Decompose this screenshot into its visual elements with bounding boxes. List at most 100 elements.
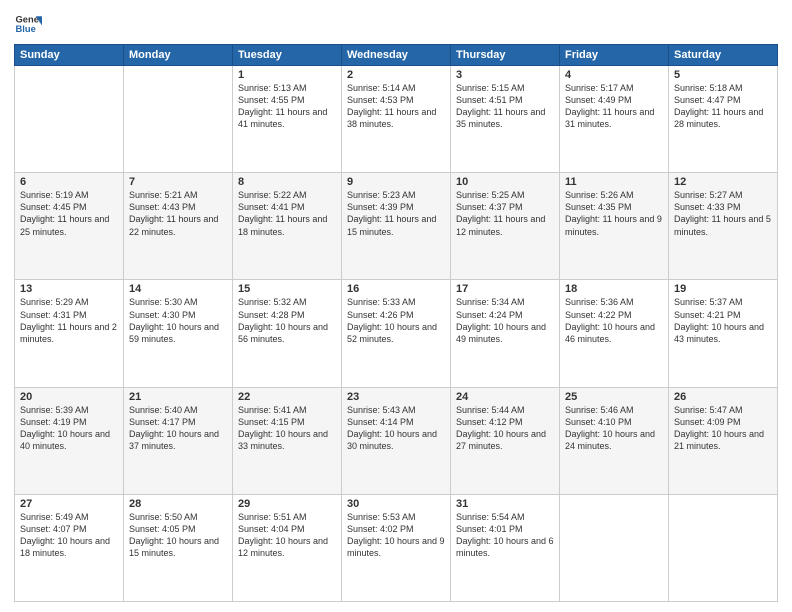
- calendar-cell: 21Sunrise: 5:40 AM Sunset: 4:17 PM Dayli…: [124, 387, 233, 494]
- day-info: Sunrise: 5:36 AM Sunset: 4:22 PM Dayligh…: [565, 296, 663, 345]
- day-header-saturday: Saturday: [669, 45, 778, 66]
- day-number: 25: [565, 391, 663, 403]
- calendar-cell: 25Sunrise: 5:46 AM Sunset: 4:10 PM Dayli…: [560, 387, 669, 494]
- calendar-cell: 15Sunrise: 5:32 AM Sunset: 4:28 PM Dayli…: [233, 280, 342, 387]
- calendar-cell: 7Sunrise: 5:21 AM Sunset: 4:43 PM Daylig…: [124, 173, 233, 280]
- calendar-cell: [669, 494, 778, 601]
- day-info: Sunrise: 5:34 AM Sunset: 4:24 PM Dayligh…: [456, 296, 554, 345]
- calendar-cell: 10Sunrise: 5:25 AM Sunset: 4:37 PM Dayli…: [451, 173, 560, 280]
- day-info: Sunrise: 5:40 AM Sunset: 4:17 PM Dayligh…: [129, 404, 227, 453]
- day-number: 20: [20, 391, 118, 403]
- calendar-page: General Blue SundayMondayTuesdayWednesda…: [0, 0, 792, 612]
- day-header-sunday: Sunday: [15, 45, 124, 66]
- day-info: Sunrise: 5:27 AM Sunset: 4:33 PM Dayligh…: [674, 189, 772, 238]
- day-info: Sunrise: 5:49 AM Sunset: 4:07 PM Dayligh…: [20, 511, 118, 560]
- calendar-cell: [124, 66, 233, 173]
- day-info: Sunrise: 5:25 AM Sunset: 4:37 PM Dayligh…: [456, 189, 554, 238]
- day-header-wednesday: Wednesday: [342, 45, 451, 66]
- calendar-cell: 27Sunrise: 5:49 AM Sunset: 4:07 PM Dayli…: [15, 494, 124, 601]
- calendar-cell: 22Sunrise: 5:41 AM Sunset: 4:15 PM Dayli…: [233, 387, 342, 494]
- day-number: 17: [456, 283, 554, 295]
- day-info: Sunrise: 5:43 AM Sunset: 4:14 PM Dayligh…: [347, 404, 445, 453]
- day-info: Sunrise: 5:29 AM Sunset: 4:31 PM Dayligh…: [20, 296, 118, 345]
- day-info: Sunrise: 5:33 AM Sunset: 4:26 PM Dayligh…: [347, 296, 445, 345]
- calendar-cell: 12Sunrise: 5:27 AM Sunset: 4:33 PM Dayli…: [669, 173, 778, 280]
- calendar-cell: 19Sunrise: 5:37 AM Sunset: 4:21 PM Dayli…: [669, 280, 778, 387]
- day-info: Sunrise: 5:39 AM Sunset: 4:19 PM Dayligh…: [20, 404, 118, 453]
- day-number: 7: [129, 176, 227, 188]
- calendar-cell: 9Sunrise: 5:23 AM Sunset: 4:39 PM Daylig…: [342, 173, 451, 280]
- calendar-cell: 29Sunrise: 5:51 AM Sunset: 4:04 PM Dayli…: [233, 494, 342, 601]
- calendar-cell: 6Sunrise: 5:19 AM Sunset: 4:45 PM Daylig…: [15, 173, 124, 280]
- day-info: Sunrise: 5:44 AM Sunset: 4:12 PM Dayligh…: [456, 404, 554, 453]
- day-info: Sunrise: 5:53 AM Sunset: 4:02 PM Dayligh…: [347, 511, 445, 560]
- calendar-cell: 20Sunrise: 5:39 AM Sunset: 4:19 PM Dayli…: [15, 387, 124, 494]
- week-row-5: 27Sunrise: 5:49 AM Sunset: 4:07 PM Dayli…: [15, 494, 778, 601]
- day-info: Sunrise: 5:51 AM Sunset: 4:04 PM Dayligh…: [238, 511, 336, 560]
- day-header-monday: Monday: [124, 45, 233, 66]
- day-number: 31: [456, 498, 554, 510]
- calendar-cell: 31Sunrise: 5:54 AM Sunset: 4:01 PM Dayli…: [451, 494, 560, 601]
- day-number: 3: [456, 69, 554, 81]
- day-number: 1: [238, 69, 336, 81]
- calendar-cell: 4Sunrise: 5:17 AM Sunset: 4:49 PM Daylig…: [560, 66, 669, 173]
- day-number: 26: [674, 391, 772, 403]
- day-number: 28: [129, 498, 227, 510]
- day-info: Sunrise: 5:47 AM Sunset: 4:09 PM Dayligh…: [674, 404, 772, 453]
- day-info: Sunrise: 5:18 AM Sunset: 4:47 PM Dayligh…: [674, 82, 772, 131]
- logo: General Blue: [14, 10, 42, 38]
- calendar-cell: [560, 494, 669, 601]
- day-number: 16: [347, 283, 445, 295]
- day-number: 4: [565, 69, 663, 81]
- day-info: Sunrise: 5:13 AM Sunset: 4:55 PM Dayligh…: [238, 82, 336, 131]
- week-row-1: 1Sunrise: 5:13 AM Sunset: 4:55 PM Daylig…: [15, 66, 778, 173]
- logo-icon: General Blue: [14, 10, 42, 38]
- day-info: Sunrise: 5:46 AM Sunset: 4:10 PM Dayligh…: [565, 404, 663, 453]
- week-row-2: 6Sunrise: 5:19 AM Sunset: 4:45 PM Daylig…: [15, 173, 778, 280]
- day-number: 8: [238, 176, 336, 188]
- day-info: Sunrise: 5:37 AM Sunset: 4:21 PM Dayligh…: [674, 296, 772, 345]
- calendar-cell: 3Sunrise: 5:15 AM Sunset: 4:51 PM Daylig…: [451, 66, 560, 173]
- day-number: 12: [674, 176, 772, 188]
- day-number: 30: [347, 498, 445, 510]
- calendar-cell: 1Sunrise: 5:13 AM Sunset: 4:55 PM Daylig…: [233, 66, 342, 173]
- day-number: 5: [674, 69, 772, 81]
- day-info: Sunrise: 5:23 AM Sunset: 4:39 PM Dayligh…: [347, 189, 445, 238]
- calendar-cell: 23Sunrise: 5:43 AM Sunset: 4:14 PM Dayli…: [342, 387, 451, 494]
- calendar-cell: [15, 66, 124, 173]
- day-number: 29: [238, 498, 336, 510]
- calendar-cell: 30Sunrise: 5:53 AM Sunset: 4:02 PM Dayli…: [342, 494, 451, 601]
- day-number: 23: [347, 391, 445, 403]
- day-info: Sunrise: 5:41 AM Sunset: 4:15 PM Dayligh…: [238, 404, 336, 453]
- day-info: Sunrise: 5:32 AM Sunset: 4:28 PM Dayligh…: [238, 296, 336, 345]
- days-header-row: SundayMondayTuesdayWednesdayThursdayFrid…: [15, 45, 778, 66]
- day-header-thursday: Thursday: [451, 45, 560, 66]
- calendar-cell: 24Sunrise: 5:44 AM Sunset: 4:12 PM Dayli…: [451, 387, 560, 494]
- day-info: Sunrise: 5:19 AM Sunset: 4:45 PM Dayligh…: [20, 189, 118, 238]
- day-number: 14: [129, 283, 227, 295]
- svg-text:Blue: Blue: [16, 24, 36, 34]
- calendar-cell: 11Sunrise: 5:26 AM Sunset: 4:35 PM Dayli…: [560, 173, 669, 280]
- calendar-cell: 2Sunrise: 5:14 AM Sunset: 4:53 PM Daylig…: [342, 66, 451, 173]
- day-number: 10: [456, 176, 554, 188]
- week-row-3: 13Sunrise: 5:29 AM Sunset: 4:31 PM Dayli…: [15, 280, 778, 387]
- day-number: 15: [238, 283, 336, 295]
- day-info: Sunrise: 5:22 AM Sunset: 4:41 PM Dayligh…: [238, 189, 336, 238]
- day-info: Sunrise: 5:26 AM Sunset: 4:35 PM Dayligh…: [565, 189, 663, 238]
- day-number: 13: [20, 283, 118, 295]
- week-row-4: 20Sunrise: 5:39 AM Sunset: 4:19 PM Dayli…: [15, 387, 778, 494]
- day-header-tuesday: Tuesday: [233, 45, 342, 66]
- day-header-friday: Friday: [560, 45, 669, 66]
- day-number: 9: [347, 176, 445, 188]
- day-number: 2: [347, 69, 445, 81]
- calendar-cell: 16Sunrise: 5:33 AM Sunset: 4:26 PM Dayli…: [342, 280, 451, 387]
- day-info: Sunrise: 5:17 AM Sunset: 4:49 PM Dayligh…: [565, 82, 663, 131]
- day-number: 24: [456, 391, 554, 403]
- day-number: 19: [674, 283, 772, 295]
- day-info: Sunrise: 5:30 AM Sunset: 4:30 PM Dayligh…: [129, 296, 227, 345]
- day-info: Sunrise: 5:15 AM Sunset: 4:51 PM Dayligh…: [456, 82, 554, 131]
- calendar-cell: 17Sunrise: 5:34 AM Sunset: 4:24 PM Dayli…: [451, 280, 560, 387]
- header: General Blue: [14, 10, 778, 38]
- day-number: 21: [129, 391, 227, 403]
- calendar-cell: 18Sunrise: 5:36 AM Sunset: 4:22 PM Dayli…: [560, 280, 669, 387]
